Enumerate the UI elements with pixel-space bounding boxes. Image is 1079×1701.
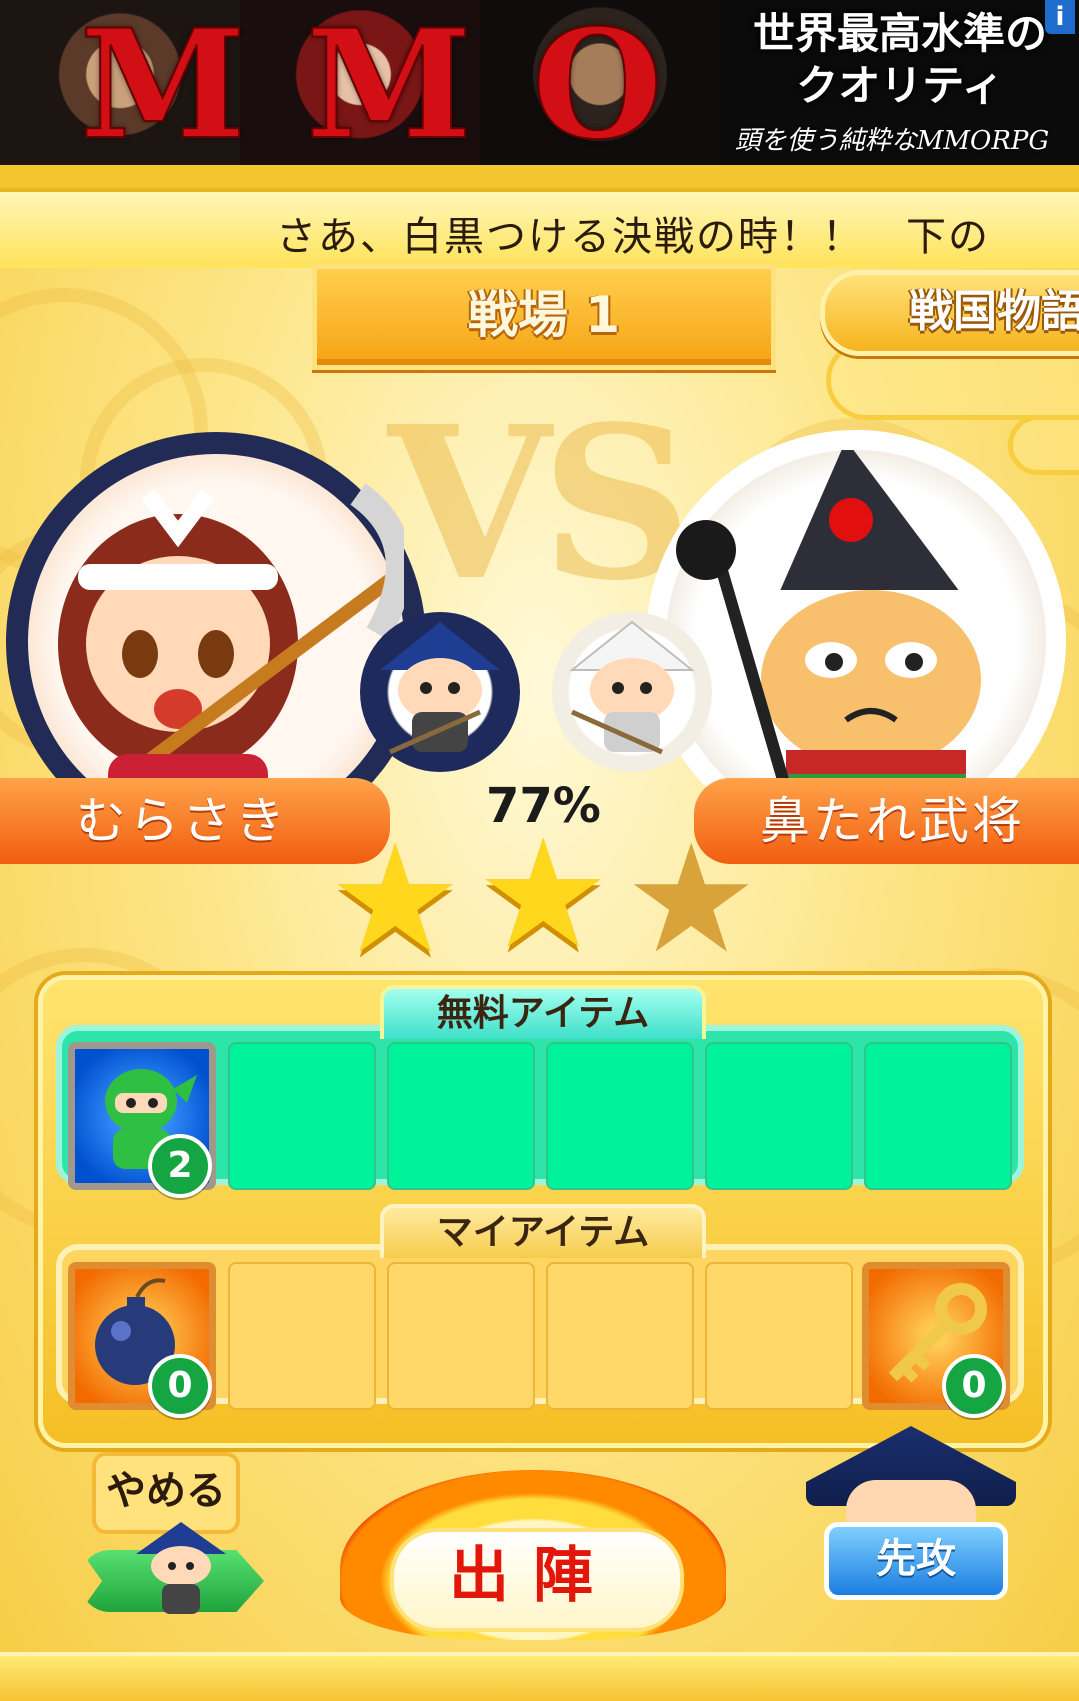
free-item-slot-3[interactable] bbox=[387, 1042, 535, 1190]
quit-button[interactable]: やめる bbox=[80, 1452, 264, 1628]
my-item-slot-2[interactable] bbox=[228, 1262, 376, 1410]
rating-star-2: ★ bbox=[476, 808, 611, 982]
sortie-label: 出陣 bbox=[449, 1541, 617, 1611]
free-items-label: 無料アイテム bbox=[380, 985, 706, 1039]
rating-star-1: ★ bbox=[328, 813, 463, 987]
my-item-slot-4[interactable] bbox=[546, 1262, 694, 1410]
opponent-character-icon bbox=[676, 440, 981, 830]
vs-watermark: VS bbox=[388, 380, 693, 627]
ticker-text: さあ、白黒つける決戦の時！！ 下の bbox=[276, 214, 990, 260]
free-item-slot-2[interactable] bbox=[228, 1042, 376, 1190]
ad-banner[interactable]: MMO 世界最高水準の クオリティ 頭を使う純粋なMMORPG i bbox=[0, 0, 1079, 165]
rating-star-3: ★ bbox=[624, 813, 759, 987]
my-item-slot-3[interactable] bbox=[387, 1262, 535, 1410]
ad-brand: MMO bbox=[79, 0, 723, 165]
free-item-slot-5[interactable] bbox=[705, 1042, 853, 1190]
ad-headline-line2: クオリティ bbox=[796, 61, 1004, 110]
ad-headline: 世界最高水準の クオリティ bbox=[725, 8, 1075, 112]
my-items-label: マイアイテム bbox=[380, 1204, 706, 1258]
footer-bar bbox=[0, 1652, 1079, 1701]
my-item-slot-5[interactable] bbox=[705, 1262, 853, 1410]
stage-title: 戦場 1 bbox=[467, 286, 621, 344]
free-item-slot-6[interactable] bbox=[864, 1042, 1012, 1190]
first-attack-button[interactable]: 先攻 bbox=[806, 1426, 1016, 1600]
player-unit-medallion bbox=[360, 612, 520, 772]
key-item-count: 0 bbox=[942, 1354, 1006, 1418]
white-foot-soldier-icon bbox=[569, 620, 695, 755]
first-attack-label: 先攻 bbox=[824, 1522, 1008, 1600]
bomb-item-count: 0 bbox=[148, 1354, 212, 1418]
news-ticker: さあ、白黒つける決戦の時！！ 下の bbox=[0, 188, 1079, 272]
ad-headline-line1: 世界最高水準の bbox=[752, 9, 1047, 58]
opponent-unit-medallion bbox=[552, 612, 712, 772]
stage-banner: 戦場 1 bbox=[312, 264, 776, 370]
ad-subline: 頭を使う純粋なMMORPG bbox=[734, 126, 1050, 156]
free-item-slot-4[interactable] bbox=[546, 1042, 694, 1190]
quit-soldier-icon bbox=[136, 1522, 226, 1614]
story-tab-label: 戦国物語 bbox=[909, 286, 1079, 337]
player-name: むらさき bbox=[76, 792, 288, 850]
blue-foot-soldier-icon bbox=[380, 622, 500, 755]
story-tab[interactable]: 戦国物語 bbox=[820, 270, 1079, 356]
player-character-icon bbox=[58, 483, 412, 814]
ninja-item-count: 2 bbox=[148, 1134, 212, 1198]
ad-info-icon[interactable]: i bbox=[1045, 0, 1075, 34]
sortie-button[interactable]: 出陣 bbox=[340, 1470, 726, 1640]
opponent-name: 鼻たれ武将 bbox=[760, 792, 1025, 850]
